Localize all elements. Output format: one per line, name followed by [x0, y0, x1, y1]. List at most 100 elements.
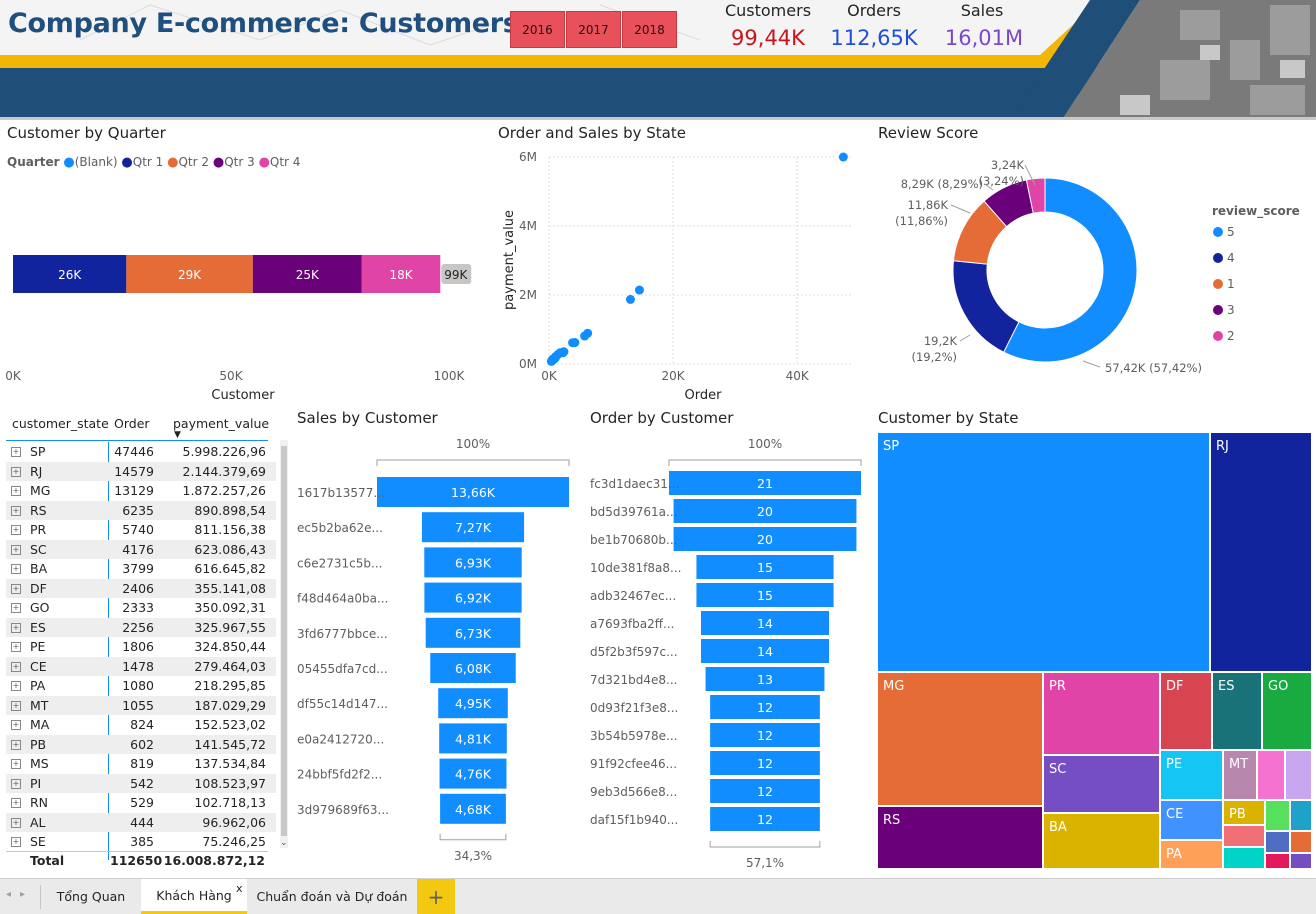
tab-next-icon[interactable]: ▸ [20, 889, 25, 900]
expand-icon[interactable]: + [11, 466, 21, 477]
bar-data-label: 25K [296, 268, 320, 282]
treemap-cell[interactable] [1290, 800, 1312, 831]
table-row[interactable]: + MS 819 137.534,84 [6, 754, 276, 774]
tab-prev-icon[interactable]: ◂ [6, 889, 11, 900]
treemap-cell-rj[interactable]: RJ [1210, 432, 1312, 672]
expand-icon[interactable]: + [11, 505, 21, 516]
table-row[interactable]: + RJ 14579 2.144.379,69 [6, 461, 276, 481]
treemap-cell-go[interactable]: GO [1262, 672, 1312, 750]
table-scrollbar[interactable] [280, 440, 288, 848]
expand-icon[interactable]: + [11, 739, 21, 750]
expand-icon[interactable]: + [11, 720, 21, 730]
tab-close-icon[interactable]: x [236, 882, 243, 895]
scrollbar-thumb[interactable] [281, 446, 287, 836]
year-2016-button[interactable]: 2016 [510, 11, 565, 48]
table-row[interactable]: + MG 13129 1.872.257,26 [6, 481, 276, 501]
sort-desc-icon[interactable]: ▼ [174, 430, 181, 440]
treemap-cell[interactable] [1265, 800, 1290, 831]
treemap-cell[interactable] [1290, 853, 1312, 869]
expand-icon[interactable]: + [11, 622, 21, 633]
table-row[interactable]: + RN 529 102.718,13 [6, 793, 276, 813]
funnel-category-label: fc3d1daec31... [590, 477, 679, 491]
treemap-cell-ce[interactable]: CE [1160, 800, 1223, 840]
donut-data-label: 3,24K [991, 158, 1025, 172]
funnel-category-label: 10de381f8a8... [590, 561, 681, 575]
table-row[interactable]: + PE 1806 324.850,44 [6, 637, 276, 657]
treemap-cell-df[interactable]: DF [1160, 672, 1212, 750]
column-header-order[interactable]: Order [114, 416, 150, 431]
expand-icon[interactable]: + [11, 583, 21, 594]
column-header-payment[interactable]: payment_value [173, 416, 269, 431]
table-row[interactable]: + PI 542 108.523,97 [6, 773, 276, 793]
cell-order: 5740 [122, 522, 154, 537]
treemap-cell-sp[interactable]: SP [877, 432, 1210, 672]
treemap-cell-pb[interactable]: PB [1223, 800, 1265, 825]
treemap-cell-es[interactable]: ES [1212, 672, 1262, 750]
table-row[interactable]: + GO 2333 350.092,31 [6, 598, 276, 618]
expand-icon[interactable]: + [11, 700, 21, 711]
treemap-cell[interactable] [1223, 825, 1265, 847]
treemap-cell[interactable] [1265, 831, 1290, 853]
funnel-bottom-percent: 34,3% [454, 849, 492, 863]
cell-state: SE [30, 834, 46, 849]
legend-dot-icon: ● [258, 155, 270, 170]
expand-icon[interactable]: + [11, 642, 21, 652]
treemap-cell[interactable] [1285, 750, 1312, 800]
leader-line [1082, 360, 1101, 368]
expand-icon[interactable]: + [11, 798, 21, 808]
table-row[interactable]: + MA 824 152.523,02 [6, 715, 276, 735]
cell-order: 1806 [122, 639, 154, 654]
treemap-cell[interactable] [1223, 847, 1265, 869]
table-row[interactable]: + SE 385 75.246,25 [6, 832, 276, 852]
scroll-down-icon[interactable]: ⌄ [280, 838, 288, 848]
table-row[interactable]: + PA 1080 218.295,85 [6, 676, 276, 696]
column-header-state[interactable]: customer_state [12, 416, 109, 431]
treemap-cell-rs[interactable]: RS [877, 806, 1043, 869]
treemap-cell-mt[interactable]: MT [1223, 750, 1257, 800]
expand-icon[interactable]: + [11, 837, 21, 847]
expand-icon[interactable]: + [11, 486, 21, 496]
expand-icon[interactable]: + [11, 544, 21, 555]
expand-icon[interactable]: + [11, 681, 21, 691]
table-row[interactable]: + SC 4176 623.086,43 [6, 539, 276, 559]
year-2017-button[interactable]: 2017 [566, 11, 621, 48]
expand-icon[interactable]: + [11, 661, 21, 672]
table-row[interactable]: + RS 6235 890.898,54 [6, 500, 276, 520]
add-page-button[interactable]: + [417, 879, 455, 914]
cell-state: MS [30, 756, 49, 771]
expand-icon[interactable]: + [11, 525, 21, 535]
cell-order: 602 [130, 736, 154, 752]
tab-chuan-doan[interactable]: Chuẩn đoán và Dự đoán [248, 879, 416, 914]
table-row[interactable]: + CE 1478 279.464,03 [6, 656, 276, 676]
treemap-cell-mg[interactable]: MG [877, 672, 1043, 806]
year-2018-button[interactable]: 2018 [622, 11, 677, 48]
review-score-donut-chart: 57,42K (57,42%) 19,2K (19,2%) 11,86K (11,86%… [895, 158, 1300, 375]
expand-icon[interactable]: + [11, 603, 21, 613]
treemap-cell[interactable] [1265, 853, 1290, 869]
treemap-cell[interactable] [1257, 750, 1285, 800]
expand-icon[interactable]: + [11, 564, 21, 574]
treemap-cell-pr[interactable]: PR [1043, 672, 1160, 755]
treemap-cell[interactable] [1290, 831, 1312, 853]
table-row[interactable]: + MT 1055 187.029,29 [6, 695, 276, 715]
table-row[interactable]: + AL 444 96.962,06 [6, 812, 276, 832]
table-row[interactable]: + BA 3799 616.645,82 [6, 559, 276, 579]
treemap-cell-ba[interactable]: BA [1043, 813, 1160, 869]
table-row[interactable]: + SP 47446 5.998.226,96 [6, 442, 276, 462]
treemap-cell-pe[interactable]: PE [1160, 750, 1223, 800]
expand-icon[interactable]: + [11, 817, 21, 828]
table-row[interactable]: + PB 602 141.545,72 [6, 734, 276, 754]
treemap-cell-pa[interactable]: PA [1160, 840, 1223, 869]
funnel-data-label: 4,68K [455, 802, 492, 817]
tab-tong-quan[interactable]: Tổng Quan [42, 879, 140, 914]
total-payment: 16.008.872,12 [163, 853, 265, 868]
tab-khach-hang[interactable]: Khách Hàng [141, 879, 247, 914]
expand-icon[interactable]: + [11, 778, 21, 789]
table-row[interactable]: + ES 2256 325.967,55 [6, 617, 276, 637]
table-row[interactable]: + DF 2406 355.141,08 [6, 578, 276, 598]
cell-state: PB [30, 736, 47, 752]
expand-icon[interactable]: + [11, 447, 21, 457]
expand-icon[interactable]: + [11, 759, 21, 769]
table-row[interactable]: + PR 5740 811.156,38 [6, 520, 276, 540]
treemap-cell-sc[interactable]: SC [1043, 755, 1160, 813]
